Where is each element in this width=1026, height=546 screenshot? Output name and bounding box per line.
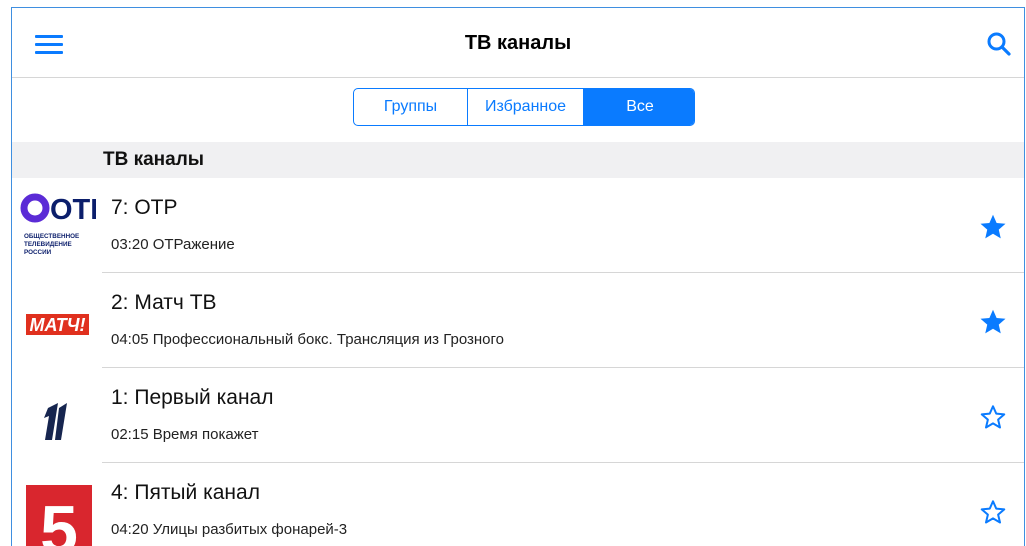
match-tv-logo-text: МАТЧ! xyxy=(30,315,86,335)
filter-segmented-control: Группы Избранное Все xyxy=(353,88,695,126)
channel-five-logo-digit: 5 xyxy=(40,492,78,546)
app-window: ТВ каналы Группы Избранное Все ТВ каналы… xyxy=(11,7,1025,546)
otr-logo: ОТР ОБЩЕСТВЕННОЕ ТЕЛЕВИДЕНИЕ РОССИИ xyxy=(16,188,110,266)
segment-favorites[interactable]: Избранное xyxy=(467,89,583,125)
channel-name: 1: Первый канал xyxy=(111,386,274,409)
channel-five-logo: 5 xyxy=(16,473,96,546)
otr-logo-line-3: РОССИИ xyxy=(24,249,52,256)
channel-one-logo xyxy=(16,378,96,456)
otr-logo-line-2: ТЕЛЕВИДЕНИЕ xyxy=(24,241,72,248)
channel-row[interactable]: 1: Первый канал 02:15 Время покажет xyxy=(12,368,1024,463)
star-outline-icon[interactable] xyxy=(978,497,1008,527)
segment-groups[interactable]: Группы xyxy=(354,89,467,125)
star-filled-icon[interactable] xyxy=(978,307,1008,337)
channel-name: 2: Матч ТВ xyxy=(111,291,217,314)
channel-row[interactable]: МАТЧ! 2: Матч ТВ 04:05 Профессиональный … xyxy=(12,273,1024,368)
navigation-bar: ТВ каналы xyxy=(12,8,1024,78)
segment-all[interactable]: Все xyxy=(583,89,694,125)
current-program: 02:15 Время покажет xyxy=(111,426,259,443)
channel-name: 7: ОТР xyxy=(111,196,178,219)
current-program: 04:05 Профессиональный бокс. Трансляция … xyxy=(111,331,505,348)
channel-row[interactable]: ОТР ОБЩЕСТВЕННОЕ ТЕЛЕВИДЕНИЕ РОССИИ 7: О… xyxy=(12,178,1024,273)
current-program: 03:20 ОТРажение xyxy=(111,236,235,253)
channel-row[interactable]: 5 4: Пятый канал 04:20 Улицы разбитых фо… xyxy=(12,463,1024,546)
search-icon[interactable] xyxy=(986,31,1012,57)
match-tv-logo: МАТЧ! xyxy=(16,283,96,361)
filter-bar: Группы Избранное Все xyxy=(12,88,1024,128)
star-filled-icon[interactable] xyxy=(978,212,1008,242)
otr-logo-line-1: ОБЩЕСТВЕННОЕ xyxy=(24,233,79,240)
current-program: 04:20 Улицы разбитых фонарей-3 xyxy=(111,521,348,538)
section-header: ТВ каналы xyxy=(12,142,1024,178)
page-title: ТВ каналы xyxy=(464,32,572,54)
channel-name: 4: Пятый канал xyxy=(111,481,260,504)
section-header-title: ТВ каналы xyxy=(103,149,205,170)
otr-logo-letters: ОТР xyxy=(50,194,96,226)
star-outline-icon[interactable] xyxy=(978,402,1008,432)
